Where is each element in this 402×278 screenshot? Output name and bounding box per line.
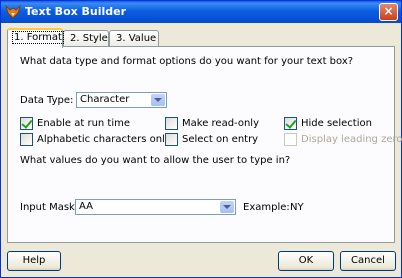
example-label: Example: (243, 202, 290, 213)
fox-app-icon (5, 4, 21, 19)
window-title: Text Box Builder (25, 5, 127, 18)
enable-at-runtime-label[interactable]: Enable at run time (37, 118, 130, 129)
hide-selection-label[interactable]: Hide selection (301, 118, 372, 129)
help-button[interactable]: Help (7, 251, 61, 271)
alphabetic-only-label[interactable]: Alphabetic characters only (37, 134, 171, 145)
tab-style-label: 2. Style (70, 33, 108, 44)
input-mask-value[interactable]: AA (79, 201, 93, 212)
hide-selection-checkbox[interactable] (284, 117, 297, 130)
format-question: What data type and format options do you… (20, 56, 354, 67)
tab-value-label: 3. Value (116, 33, 157, 44)
tab-style[interactable]: 2. Style (63, 30, 109, 47)
enable-at-runtime-checkbox[interactable] (20, 117, 33, 130)
input-mask-combobox[interactable]: AA (75, 199, 236, 215)
data-type-label: Data Type: (20, 95, 74, 106)
alphabetic-only-checkbox[interactable] (20, 133, 33, 146)
title-bar[interactable]: Text Box Builder × (1, 1, 401, 23)
tab-value[interactable]: 3. Value (109, 30, 159, 47)
format-tab-panel: What data type and format options do you… (7, 46, 402, 243)
data-type-value: Character (80, 94, 130, 105)
make-read-only-label[interactable]: Make read-only (182, 118, 259, 129)
input-mask-label: Input Mask: (20, 202, 79, 213)
chevron-down-icon[interactable] (151, 94, 165, 106)
select-on-entry-label[interactable]: Select on entry (182, 134, 258, 145)
values-question: What values do you want to allow the use… (20, 155, 291, 166)
cancel-button[interactable]: Cancel (340, 251, 396, 271)
make-read-only-checkbox[interactable] (165, 117, 178, 130)
display-leading-zeros-label: Display leading zeros (301, 134, 402, 145)
tab-format[interactable]: 1. Format (7, 28, 64, 48)
chevron-down-icon[interactable] (220, 201, 234, 213)
dialog-window: Text Box Builder × 1. Format 2. Style 3.… (0, 0, 402, 278)
tab-format-label: 1. Format (12, 31, 64, 44)
data-type-select[interactable]: Character (76, 92, 167, 108)
display-leading-zeros-checkbox (284, 133, 297, 146)
ok-button[interactable]: OK (278, 251, 334, 271)
select-on-entry-checkbox[interactable] (165, 133, 178, 146)
close-button[interactable]: × (379, 3, 398, 21)
example-value: NY (290, 202, 304, 213)
